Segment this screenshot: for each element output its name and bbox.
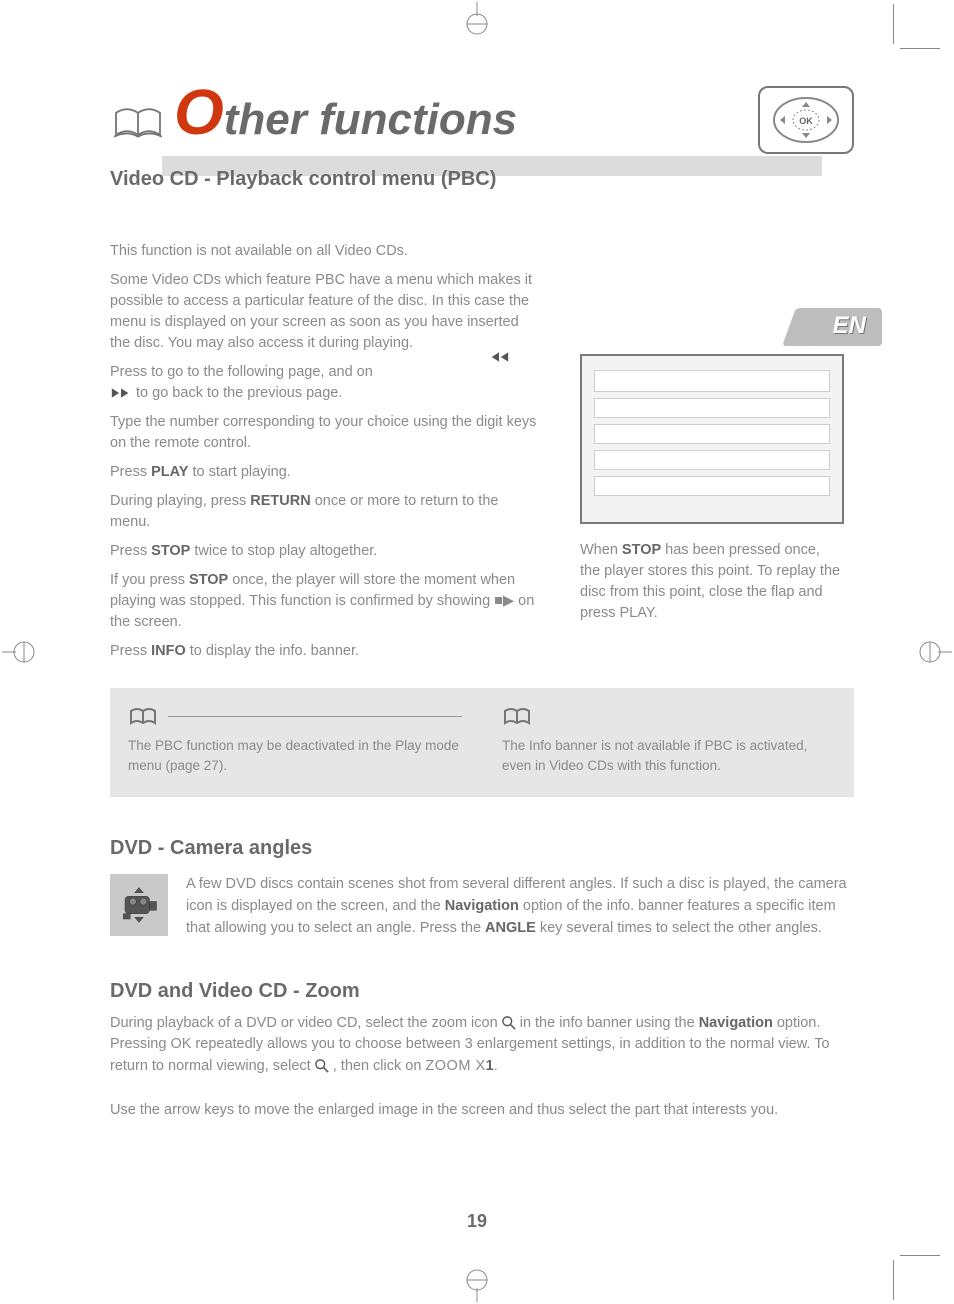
rewind-icon: [488, 351, 510, 363]
svg-text:OK: OK: [799, 116, 813, 126]
pbc-body: This function is not available on all Vi…: [110, 241, 540, 662]
book-icon: [128, 704, 158, 728]
page-title: Other functions: [174, 80, 517, 144]
magnifier-icon: [502, 1016, 516, 1030]
magnifier-icon: [315, 1059, 329, 1073]
pbc-menu-illustration: [580, 354, 844, 524]
corner-mark-icon: [900, 48, 940, 49]
notes-bar: The PBC function may be deactivated in t…: [110, 688, 854, 797]
pbc-return-line: During playing, press RETURN once or mor…: [110, 491, 540, 533]
camera-icon: [118, 884, 160, 926]
zoom-text: During playback of a DVD or video CD, se…: [110, 1013, 854, 1122]
note-head: [502, 704, 836, 728]
note-left-text: The PBC function may be deactivated in t…: [128, 736, 462, 775]
corner-mark-icon: [900, 1255, 940, 1256]
pbc-num-line: Type the number corresponding to your ch…: [110, 412, 540, 454]
title-rest: ther functions: [224, 95, 517, 144]
header: Other functions OK: [110, 80, 854, 154]
page-number: 19: [467, 1211, 487, 1232]
pbc-intro1: This function is not available on all Vi…: [110, 241, 540, 262]
pbc-menu-row: [594, 450, 830, 470]
title-block: Other functions: [110, 80, 517, 144]
crop-mark-bottom-icon: [462, 1266, 492, 1302]
zoom-heading: DVD and Video CD - Zoom: [110, 980, 854, 1003]
pbc-menu-row: [594, 424, 830, 444]
divider: [168, 716, 462, 717]
crop-mark-right-icon: [916, 637, 952, 667]
zoom-line2: Use the arrow keys to move the enlarged …: [110, 1102, 778, 1118]
pbc-menu-row: [594, 398, 830, 418]
pbc-play-line: Press PLAY to start playing.: [110, 462, 540, 483]
pbc-fwd-line: Press to go to the following page, and o…: [110, 362, 540, 404]
nav-pad-icon: OK: [770, 96, 842, 144]
rewind-indicator: [488, 350, 510, 368]
fast-forward-icon: [110, 387, 132, 399]
note-left: The PBC function may be deactivated in t…: [128, 704, 462, 775]
note-right-text: The Info banner is not available if PBC …: [502, 736, 836, 775]
angles-block: A few DVD discs contain scenes shot from…: [110, 874, 854, 939]
pbc-stop-line1: Press STOP twice to stop play altogether…: [110, 541, 540, 562]
language-label: EN: [805, 308, 882, 346]
camera-icon-box: [110, 874, 168, 936]
pbc-menu-row: [594, 370, 830, 392]
nav-ok-badge: OK: [758, 86, 854, 154]
pbc-heading: Video CD - Playback control menu (PBC): [110, 168, 854, 191]
book-icon: [110, 100, 166, 144]
book-icon: [502, 704, 532, 728]
corner-mark-icon: [893, 1260, 894, 1300]
corner-mark-icon: [893, 4, 894, 44]
crop-mark-top-icon: [462, 2, 492, 38]
note-head: [128, 704, 462, 728]
pbc-intro2: Some Video CDs which feature PBC have a …: [110, 270, 540, 354]
language-tab: EN: [805, 308, 882, 346]
note-right: The Info banner is not available if PBC …: [502, 704, 836, 775]
pbc-stop-replay: When STOP has been pressed once, the pla…: [580, 540, 844, 624]
title-drop-cap: O: [174, 76, 224, 148]
crop-mark-left-icon: [2, 637, 38, 667]
pbc-stop-line2: If you press STOP once, the player will …: [110, 570, 540, 633]
angles-heading: DVD - Camera angles: [110, 837, 854, 860]
angles-text: A few DVD discs contain scenes shot from…: [186, 874, 854, 939]
pbc-menu-row: [594, 476, 830, 496]
page: Other functions OK Video CD - Playback c…: [0, 0, 954, 1304]
pbc-info-line: Press INFO to display the info. banner.: [110, 641, 540, 662]
